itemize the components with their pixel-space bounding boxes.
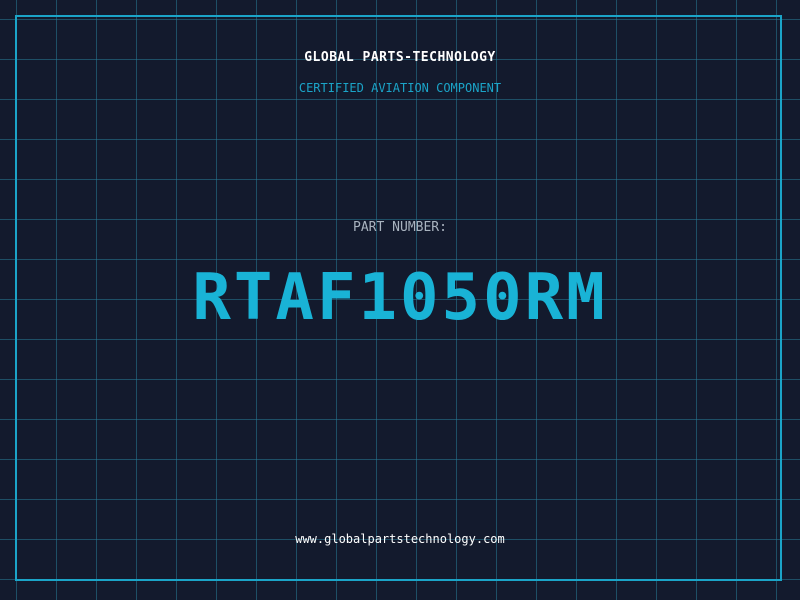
company-name: GLOBAL PARTS-TECHNOLOGY: [304, 50, 496, 65]
part-number-label: PART NUMBER:: [353, 220, 447, 235]
website-url: www.globalpartstechnology.com: [295, 532, 505, 546]
part-number-value: RTAF1050RM: [192, 261, 608, 335]
certification-subtitle: CERTIFIED AVIATION COMPONENT: [298, 81, 502, 95]
blueprint-card: GLOBAL PARTS-TECHNOLOGY CERTIFIED AVIATI…: [0, 0, 800, 600]
